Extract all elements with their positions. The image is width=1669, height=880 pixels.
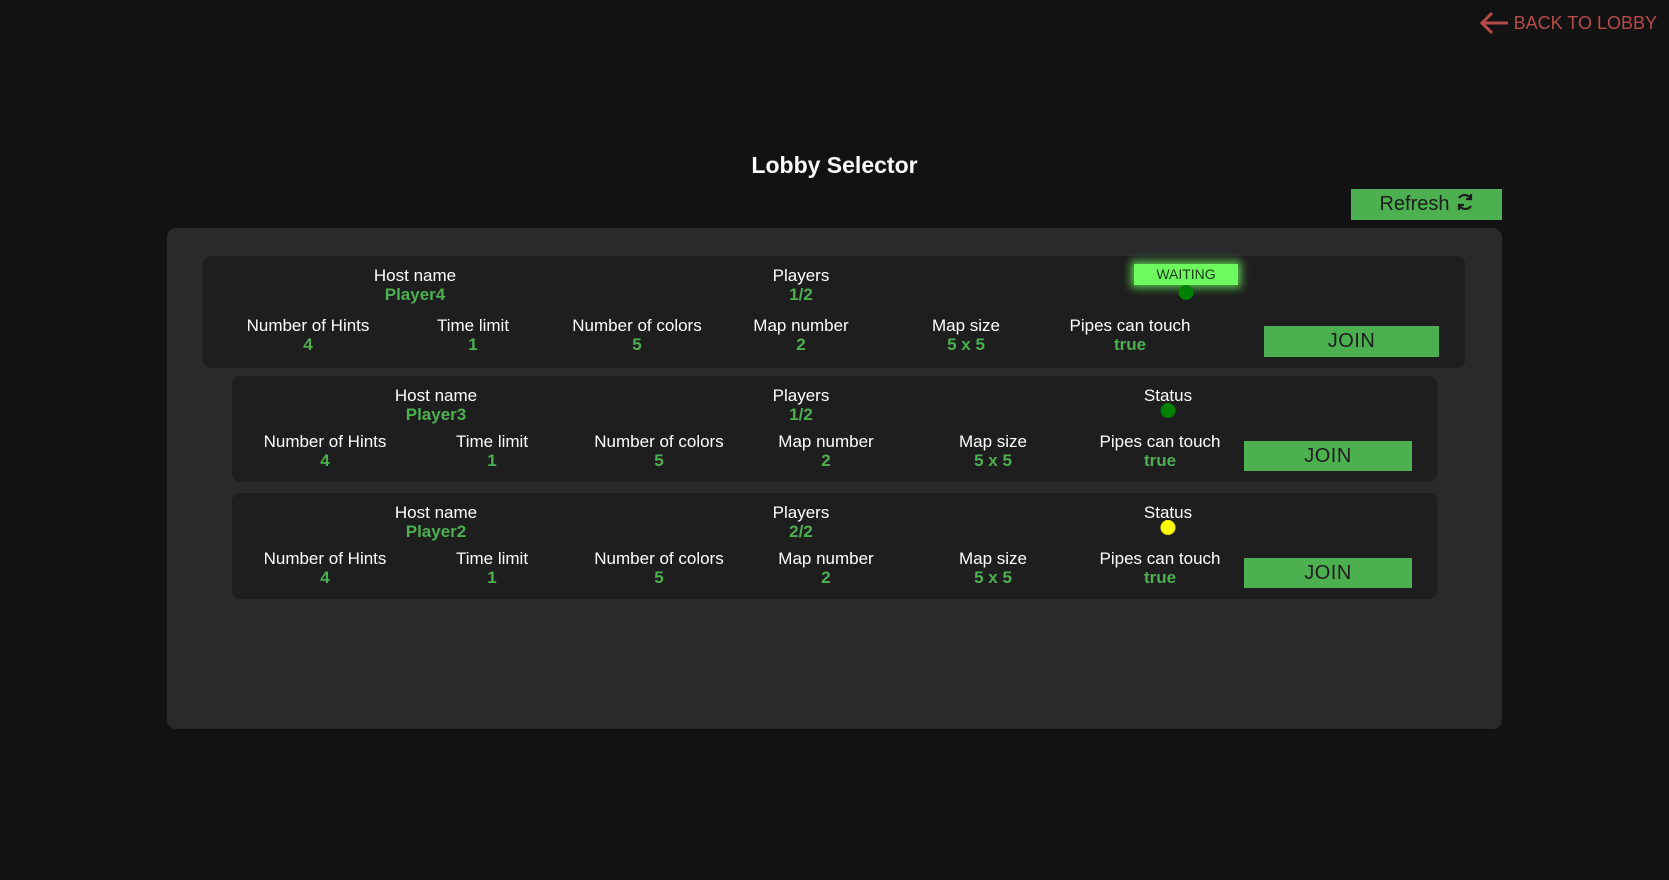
pipes-touch-field: Pipes can touch true — [1100, 549, 1221, 587]
map-number-value: 2 — [796, 335, 806, 354]
players-value: 1/2 — [789, 405, 813, 424]
players-field: Players 2/2 — [773, 503, 830, 541]
host-name-value: Player4 — [384, 285, 446, 304]
map-number-field: Map number 2 — [753, 316, 848, 354]
time-limit-value: 1 — [487, 568, 497, 587]
pipes-touch-field: Pipes can touch true — [1070, 316, 1191, 354]
time-limit-field: Time limit 1 — [456, 549, 528, 587]
map-number-value: 2 — [821, 451, 831, 470]
time-limit-field: Time limit 1 — [437, 316, 509, 354]
status-dot-icon — [1178, 285, 1194, 300]
host-name-value: Player2 — [405, 522, 467, 541]
players-value: 2/2 — [789, 522, 813, 541]
colors-value: 5 — [654, 568, 664, 587]
pipes-touch-label: Pipes can touch — [1069, 316, 1191, 335]
hints-value: 4 — [320, 451, 330, 470]
time-limit-value: 1 — [487, 451, 497, 470]
host-name-field: Host name Player2 — [395, 503, 477, 541]
map-number-field: Map number 2 — [778, 549, 873, 587]
pipes-touch-label: Pipes can touch — [1099, 432, 1221, 451]
players-label: Players — [772, 266, 830, 285]
join-button[interactable]: JOIN — [1244, 558, 1412, 588]
map-size-label: Map size — [958, 432, 1028, 451]
lobby-list-panel: Host name Player4 Players 1/2 WAITING Nu… — [167, 228, 1502, 729]
status-badge: WAITING — [1134, 264, 1238, 285]
map-number-label: Map number — [778, 549, 874, 568]
colors-field: Number of colors 5 — [594, 432, 723, 470]
time-limit-label: Time limit — [455, 549, 529, 568]
back-to-lobby-link[interactable]: BACK TO LOBBY — [1478, 11, 1657, 35]
map-size-field: Map size 5 x 5 — [959, 549, 1027, 587]
players-field: Players 1/2 — [773, 386, 830, 424]
host-name-label: Host name — [394, 386, 478, 405]
pipes-touch-label: Pipes can touch — [1099, 549, 1221, 568]
join-button[interactable]: JOIN — [1244, 441, 1412, 471]
join-button[interactable]: JOIN — [1264, 326, 1439, 357]
lobby-selector-page: BACK TO LOBBY Lobby Selector Refresh Hos… — [0, 0, 1669, 880]
colors-field: Number of colors 5 — [572, 316, 701, 354]
status-dot-icon — [1160, 520, 1176, 535]
host-name-value: Player3 — [405, 405, 467, 424]
back-to-lobby-label: BACK TO LOBBY — [1513, 12, 1657, 33]
map-size-value: 5 x 5 — [974, 568, 1012, 587]
hints-field: Number of Hints 4 — [264, 432, 387, 470]
pipes-touch-value: true — [1143, 568, 1177, 587]
refresh-icon — [1456, 193, 1474, 217]
map-number-label: Map number — [778, 432, 874, 451]
map-size-label: Map size — [931, 316, 1001, 335]
status-dot-icon — [1160, 403, 1176, 418]
map-size-value: 5 x 5 — [974, 451, 1012, 470]
map-number-value: 2 — [821, 568, 831, 587]
hints-field: Number of Hints 4 — [264, 549, 387, 587]
pipes-touch-value: true — [1143, 451, 1177, 470]
time-limit-label: Time limit — [436, 316, 510, 335]
refresh-label: Refresh — [1379, 193, 1450, 215]
hints-label: Number of Hints — [263, 549, 387, 568]
hints-value: 4 — [320, 568, 330, 587]
colors-label: Number of colors — [572, 316, 702, 335]
host-name-field: Host name Player4 — [374, 266, 456, 304]
time-limit-field: Time limit 1 — [456, 432, 528, 470]
time-limit-value: 1 — [468, 335, 478, 354]
colors-label: Number of colors — [594, 432, 724, 451]
map-number-label: Map number — [753, 316, 849, 335]
players-label: Players — [772, 386, 830, 405]
map-size-field: Map size 5 x 5 — [959, 432, 1027, 470]
time-limit-label: Time limit — [455, 432, 529, 451]
pipes-touch-value: true — [1113, 335, 1147, 354]
map-size-field: Map size 5 x 5 — [932, 316, 1000, 354]
colors-value: 5 — [632, 335, 642, 354]
hints-label: Number of Hints — [246, 316, 370, 335]
hints-value: 4 — [303, 335, 313, 354]
host-name-label: Host name — [394, 503, 478, 522]
arrow-left-icon — [1478, 11, 1510, 35]
lobby-card[interactable]: Host name Player3 Players 1/2 Status Num… — [232, 376, 1437, 482]
hints-label: Number of Hints — [263, 432, 387, 451]
lobby-card[interactable]: Host name Player2 Players 2/2 Status Num… — [232, 493, 1437, 599]
map-size-value: 5 x 5 — [947, 335, 985, 354]
host-name-label: Host name — [373, 266, 457, 285]
map-size-label: Map size — [958, 549, 1028, 568]
page-title: Lobby Selector — [751, 152, 918, 178]
players-label: Players — [772, 503, 830, 522]
map-number-field: Map number 2 — [778, 432, 873, 470]
host-name-field: Host name Player3 — [395, 386, 477, 424]
lobby-card[interactable]: Host name Player4 Players 1/2 WAITING Nu… — [203, 256, 1465, 368]
hints-field: Number of Hints 4 — [247, 316, 370, 354]
colors-label: Number of colors — [594, 549, 724, 568]
colors-field: Number of colors 5 — [594, 549, 723, 587]
players-field: Players 1/2 — [773, 266, 830, 304]
players-value: 1/2 — [789, 285, 813, 304]
refresh-button[interactable]: Refresh — [1351, 189, 1502, 220]
colors-value: 5 — [654, 451, 664, 470]
pipes-touch-field: Pipes can touch true — [1100, 432, 1221, 470]
